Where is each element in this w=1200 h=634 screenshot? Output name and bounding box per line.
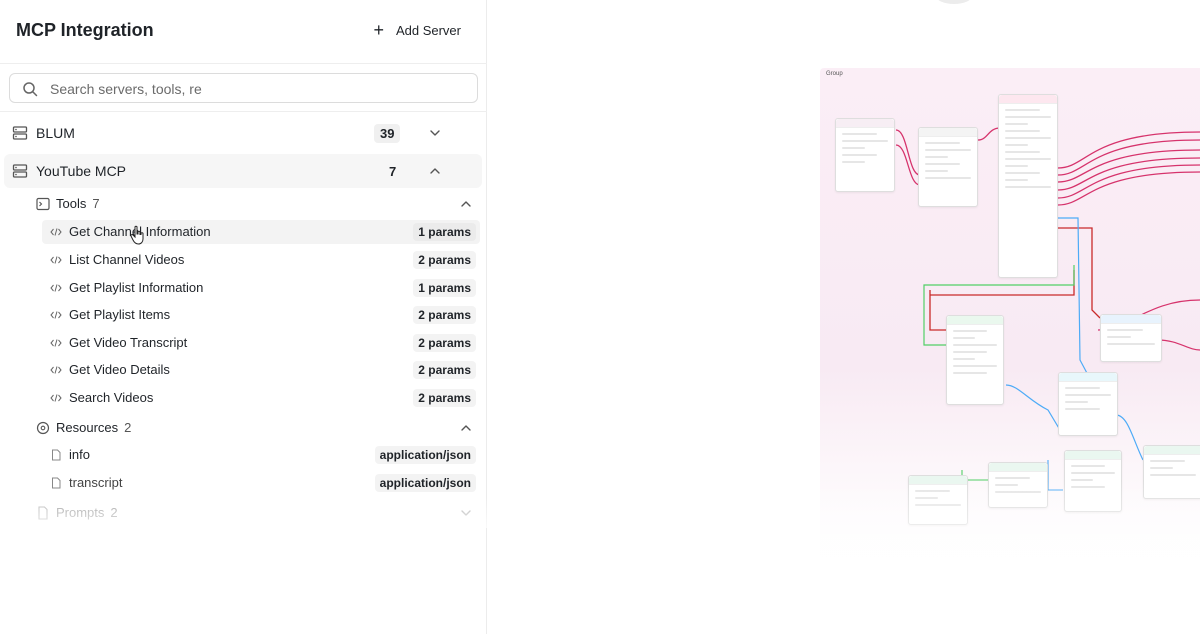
server-row-youtube-mcp[interactable]: YouTube MCP 7 — [4, 154, 482, 188]
tool-item-list-channel-videos[interactable]: List Channel Videos 2 params — [42, 248, 480, 272]
params-badge: 2 params — [413, 361, 476, 379]
server-name: BLUM — [36, 125, 75, 141]
tool-name: Search Videos — [69, 390, 154, 405]
search-input[interactable] — [50, 78, 215, 100]
params-badge: 1 params — [413, 279, 476, 297]
params-badge: 1 params — [413, 223, 476, 241]
tool-item-get-playlist-information[interactable]: Get Playlist Information 1 params — [42, 276, 480, 300]
tool-name: List Channel Videos — [69, 252, 185, 267]
tools-group-header[interactable]: Tools 7 — [30, 191, 480, 217]
chevron-down-icon[interactable] — [459, 506, 473, 520]
tool-item-get-playlist-items[interactable]: Get Playlist Items 2 params — [42, 303, 480, 327]
canvas-fade-overlay — [488, 480, 1200, 634]
search-box[interactable] — [9, 73, 478, 103]
prompts-group-label: Prompts 2 — [56, 505, 118, 520]
params-badge: 2 params — [413, 389, 476, 407]
tools-group-label: Tools 7 — [56, 196, 100, 211]
workflow-node — [1100, 314, 1162, 362]
mcp-sidebar: MCP Integration + Add Server BLUM 39 — [0, 0, 487, 634]
group-count: 2 — [124, 420, 132, 435]
add-server-button[interactable]: + Add Server — [373, 21, 461, 39]
server-tool-count: 7 — [389, 163, 397, 179]
chevron-up-icon[interactable] — [459, 197, 473, 211]
server-tool-count: 39 — [374, 123, 401, 143]
chevron-up-icon[interactable] — [428, 164, 442, 178]
group-title: Resources — [56, 420, 119, 435]
resource-item-transcript[interactable]: transcript application/json — [42, 471, 480, 495]
group-title: Prompts — [56, 505, 105, 520]
divider — [0, 111, 487, 112]
workflow-node — [998, 94, 1058, 278]
workflow-node — [918, 127, 978, 207]
workflow-node — [835, 118, 895, 192]
code-icon — [50, 311, 62, 319]
params-badge: 2 params — [413, 334, 476, 352]
code-icon — [50, 339, 62, 347]
page-title: MCP Integration — [16, 20, 154, 40]
mime-type-badge: application/json — [374, 474, 476, 492]
tool-item-search-videos[interactable]: Search Videos 2 params — [42, 386, 480, 410]
sidebar-header: MCP Integration + Add Server — [0, 0, 487, 64]
chevron-down-icon[interactable] — [428, 126, 442, 140]
mime-type-badge: application/json — [374, 446, 476, 464]
resource-item-info[interactable]: info application/json — [42, 443, 480, 467]
file-icon — [52, 477, 61, 489]
resource-name: transcript — [69, 475, 123, 490]
group-count: 7 — [92, 196, 100, 211]
workflow-canvas-preview: Group — [488, 0, 1200, 634]
code-icon — [50, 366, 62, 374]
prompts-group-header[interactable]: Prompts 2 — [30, 500, 480, 526]
workflow-node — [946, 315, 1004, 405]
app-root: MCP Integration + Add Server BLUM 39 — [0, 0, 1200, 634]
workflow-node — [1058, 372, 1118, 436]
tool-name: Get Video Transcript — [69, 335, 188, 350]
tool-item-get-channel-information[interactable]: Get Channel Information 1 params — [42, 220, 480, 244]
tool-item-get-video-transcript[interactable]: Get Video Transcript 2 params — [42, 331, 480, 355]
tool-item-get-video-details[interactable]: Get Video Details 2 params — [42, 358, 480, 382]
resources-group-label: Resources 2 — [56, 420, 131, 435]
code-icon — [50, 394, 62, 402]
params-badge: 2 params — [413, 306, 476, 324]
server-icon — [12, 126, 28, 140]
resources-group-header[interactable]: Resources 2 — [30, 415, 480, 441]
code-icon — [50, 228, 62, 236]
file-icon — [52, 449, 61, 461]
plus-icon: + — [373, 20, 384, 40]
server-row-blum[interactable]: BLUM 39 — [4, 116, 482, 150]
add-server-label: Add Server — [395, 22, 461, 38]
chevron-up-icon[interactable] — [459, 421, 473, 435]
group-title: Tools — [56, 196, 87, 211]
tool-name: Get Video Details — [69, 362, 170, 377]
tool-name: Get Playlist Information — [69, 280, 204, 295]
code-icon — [50, 256, 62, 264]
tool-name: Get Playlist Items — [69, 307, 171, 322]
params-badge: 2 params — [413, 251, 476, 269]
prompt-icon — [38, 506, 48, 520]
server-name: YouTube MCP — [36, 163, 127, 179]
server-icon — [12, 164, 28, 178]
resource-name: info — [69, 447, 90, 462]
mouse-cursor-icon — [130, 225, 144, 245]
code-icon — [50, 284, 62, 292]
resource-icon — [36, 421, 50, 435]
terminal-icon — [36, 197, 50, 211]
search-icon — [23, 82, 38, 97]
group-count: 2 — [110, 505, 118, 520]
